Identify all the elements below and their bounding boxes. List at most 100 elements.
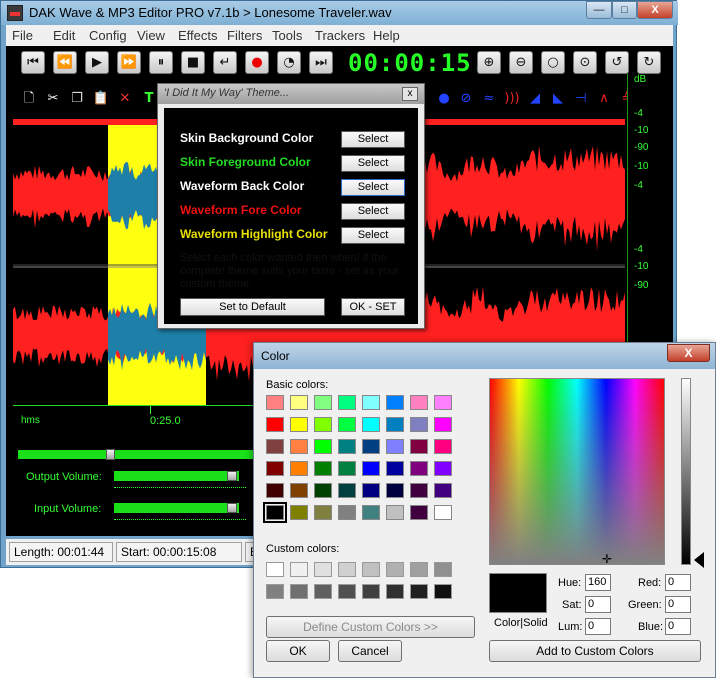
basic-color-swatch[interactable] [290,439,308,454]
basic-color-swatch[interactable] [362,439,380,454]
clock-icon[interactable]: ◔ [277,51,301,74]
close-button[interactable]: X [637,1,673,19]
basic-color-swatch[interactable] [410,439,428,454]
basic-color-swatch[interactable] [410,461,428,476]
custom-color-swatch[interactable] [362,584,380,599]
basic-color-swatch[interactable] [338,439,356,454]
custom-color-swatch[interactable] [434,562,452,577]
zoom-out-icon[interactable]: ⊖ [509,51,533,74]
new-file-icon[interactable]: 🗋 [20,90,38,108]
basic-color-swatch[interactable] [290,505,308,520]
basic-color-swatch[interactable] [314,461,332,476]
basic-color-swatch[interactable] [434,461,452,476]
skip-start-icon[interactable]: ⏮ [21,51,45,74]
basic-color-swatch[interactable] [410,417,428,432]
basic-color-swatch[interactable] [434,483,452,498]
effect-echo-icon[interactable]: ))) [503,90,521,108]
position-slider[interactable] [18,449,256,460]
blue-field[interactable]: 0 [665,618,691,635]
color-spectrum[interactable]: ✛ [489,378,665,565]
pause-icon[interactable]: ⏸ [149,51,173,74]
sat-field[interactable]: 0 [585,596,611,613]
basic-color-swatch[interactable] [338,417,356,432]
basic-color-swatch[interactable] [314,439,332,454]
menu-effects[interactable]: Effects [178,28,218,43]
basic-color-swatch[interactable] [386,483,404,498]
custom-color-swatch[interactable] [386,562,404,577]
luminance-arrow-icon[interactable] [694,552,704,568]
menu-edit[interactable]: Edit [53,28,75,43]
basic-color-swatch[interactable] [266,395,284,410]
basic-color-swatch[interactable] [338,505,356,520]
basic-color-swatch[interactable] [410,505,428,520]
menu-trackers[interactable]: Trackers [315,28,365,43]
basic-color-swatch[interactable] [386,395,404,410]
custom-color-swatch[interactable] [362,562,380,577]
loop-icon[interactable]: ↵ [213,51,237,74]
input-volume-slider[interactable] [114,502,246,514]
position-thumb[interactable] [106,449,115,460]
skin-foreground-select-button[interactable]: Select [341,155,405,172]
basic-color-swatch[interactable] [386,417,404,432]
basic-color-swatch[interactable] [434,417,452,432]
theme-title-bar[interactable]: 'I Did It My Way' Theme... x [158,84,424,104]
basic-color-swatch[interactable] [338,461,356,476]
basic-color-swatch[interactable] [362,483,380,498]
basic-color-swatch[interactable] [266,461,284,476]
basic-color-swatch[interactable] [434,439,452,454]
custom-color-swatch[interactable] [290,562,308,577]
basic-color-swatch[interactable] [290,417,308,432]
custom-color-swatch[interactable] [266,584,284,599]
color-close-button[interactable]: X [667,344,710,362]
lum-field[interactable]: 0 [585,618,611,635]
custom-color-swatch[interactable] [290,584,308,599]
custom-color-swatch[interactable] [386,584,404,599]
basic-color-swatch[interactable] [314,505,332,520]
basic-color-swatch[interactable] [290,483,308,498]
basic-color-swatch[interactable] [434,395,452,410]
custom-color-swatch[interactable] [314,562,332,577]
basic-color-swatch[interactable] [314,417,332,432]
skip-end-icon[interactable]: ⏭ [309,51,333,74]
zoom-fit-icon[interactable]: ○ [541,51,565,74]
basic-color-swatch[interactable] [314,483,332,498]
zoom-in-icon[interactable]: ⊕ [477,51,501,74]
basic-color-swatch[interactable] [410,483,428,498]
copy-icon[interactable]: ❐ [68,90,86,108]
color-title-bar[interactable]: Color X [254,343,715,369]
effect-mute-icon[interactable]: ⊘ [457,90,475,108]
play-icon[interactable]: ▶ [85,51,109,74]
basic-color-swatch[interactable] [338,395,356,410]
output-volume-thumb[interactable] [227,471,238,481]
input-volume-thumb[interactable] [227,503,238,513]
basic-color-swatch[interactable] [266,439,284,454]
delete-icon[interactable]: ✕ [116,90,134,108]
minimize-button[interactable]: — [586,1,612,19]
basic-color-swatch[interactable] [266,417,284,432]
basic-color-swatch[interactable] [338,483,356,498]
trim-icon[interactable]: T [140,90,158,108]
basic-color-swatch[interactable] [434,505,452,520]
ok-set-button[interactable]: OK - SET [341,298,405,316]
basic-color-swatch[interactable] [410,395,428,410]
redo-icon[interactable]: ↻ [637,51,661,74]
menu-file[interactable]: File [12,28,33,43]
waveform-fore-select-button[interactable]: Select [341,203,405,220]
paste-icon[interactable]: 📋 [92,90,110,108]
zoom-selection-icon[interactable]: ⊙ [573,51,597,74]
basic-color-swatch[interactable] [386,505,404,520]
custom-color-swatch[interactable] [338,562,356,577]
define-custom-colors-button[interactable]: Define Custom Colors >> [266,616,475,638]
custom-color-swatch[interactable] [314,584,332,599]
basic-color-swatch[interactable] [290,461,308,476]
luminance-slider[interactable] [681,378,691,565]
add-custom-colors-button[interactable]: Add to Custom Colors [489,640,701,662]
ok-button[interactable]: OK [266,640,330,662]
basic-color-swatch[interactable] [362,461,380,476]
rewind-icon[interactable]: ⏪ [53,51,77,74]
waveform-back-select-button[interactable]: Select [341,179,405,196]
waveform-highlight-select-button[interactable]: Select [341,227,405,244]
stop-icon[interactable]: ■ [181,51,205,74]
record-icon[interactable]: ● [245,51,269,74]
fast-forward-icon[interactable]: ⏩ [117,51,141,74]
